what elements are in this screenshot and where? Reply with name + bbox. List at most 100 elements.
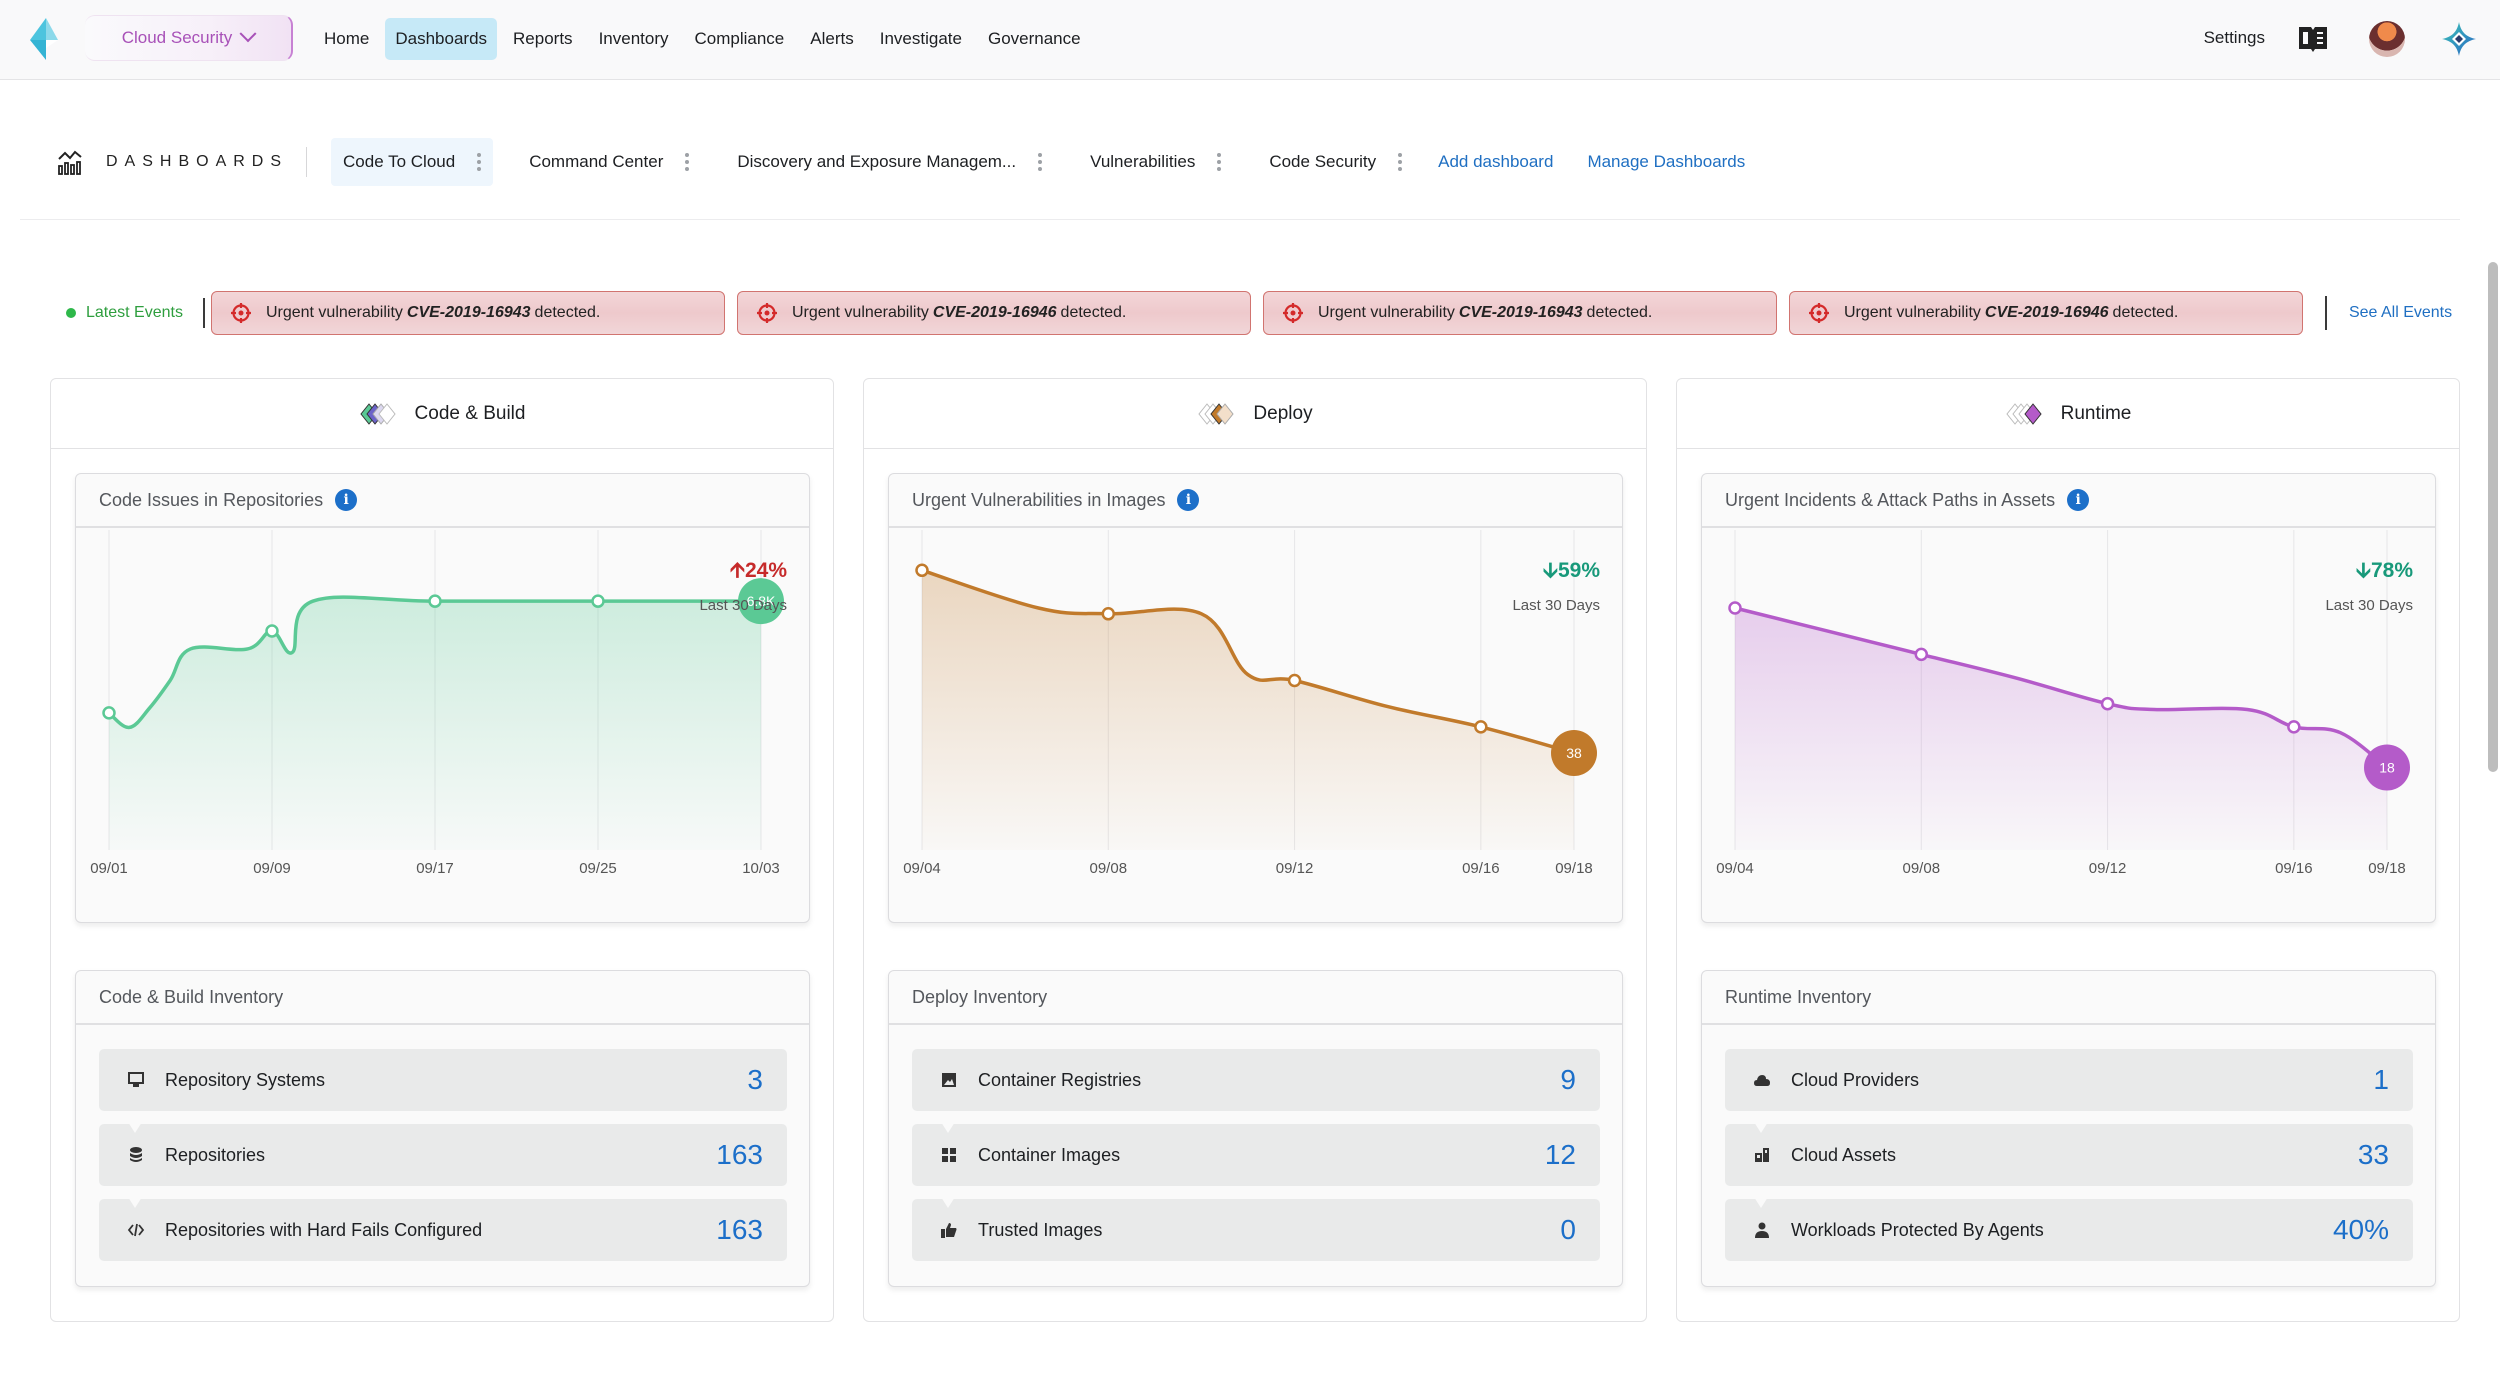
inventory-item[interactable]: Trusted Images 0 xyxy=(912,1186,1600,1261)
trend-value: 78% xyxy=(2370,559,2413,582)
inventory-value[interactable]: 12 xyxy=(1545,1139,1576,1171)
inventory-title: Runtime Inventory xyxy=(1725,986,1872,1007)
scrollbar[interactable] xyxy=(2488,262,2498,772)
kebab-menu-icon[interactable] xyxy=(1398,153,1403,171)
inventory-list: Repository Systems 3 Repositories 163 Re… xyxy=(99,1049,787,1274)
x-tick-label: 09/04 xyxy=(903,860,941,877)
event-text: detected. xyxy=(2112,304,2179,321)
top-navigation: Cloud Security Home Dashboards Reports I… xyxy=(0,0,2500,80)
end-point-label: 38 xyxy=(1566,745,1582,761)
column-header: Runtime xyxy=(1677,379,2459,449)
inventory-item[interactable]: Cloud Assets 33 xyxy=(1725,1111,2413,1186)
inventory-label: Cloud Providers xyxy=(1791,1069,1920,1090)
chart-card: Urgent Vulnerabilities in Images i 09/04… xyxy=(888,473,1623,923)
info-icon[interactable]: i xyxy=(335,489,358,511)
see-all-events-link[interactable]: See All Events xyxy=(2324,296,2452,330)
line-chart: 09/01 09/09 09/17 09/25 10/036.8K xyxy=(90,530,784,877)
kebab-menu-icon[interactable] xyxy=(1038,153,1043,171)
nav-item-investigate[interactable]: Investigate xyxy=(870,18,972,60)
nav-item-alerts[interactable]: Alerts xyxy=(800,18,863,60)
book-icon[interactable] xyxy=(2298,24,2328,54)
add-dashboard-link[interactable]: Add dashboard xyxy=(1438,152,1553,172)
inventory-label: Repository Systems xyxy=(165,1069,326,1090)
inventory-value[interactable]: 163 xyxy=(716,1214,763,1246)
inventory-item[interactable]: Container Images 12 xyxy=(912,1111,1600,1186)
nav-item-inventory[interactable]: Inventory xyxy=(589,18,679,60)
tab-vulnerabilities[interactable]: Vulnerabilities xyxy=(1078,138,1233,186)
inventory-title: Deploy Inventory xyxy=(912,986,1048,1007)
nav-item-reports[interactable]: Reports xyxy=(503,18,583,60)
inventory-item[interactable]: Workloads Protected By Agents 40% xyxy=(1725,1186,2413,1261)
x-tick-label: 09/16 xyxy=(2275,860,2313,877)
target-icon xyxy=(230,303,251,323)
trend-period: Last 30 Days xyxy=(2325,597,2413,614)
kebab-menu-icon[interactable] xyxy=(685,153,690,171)
inventory-item[interactable]: Container Registries 9 xyxy=(912,1049,1600,1111)
line-chart: 09/04 09/08 09/12 09/16 09/18 18 xyxy=(1716,530,2410,877)
product-switcher[interactable]: Cloud Security xyxy=(85,15,293,61)
nav-item-compliance[interactable]: Compliance xyxy=(685,18,795,60)
divider xyxy=(306,147,308,177)
avatar[interactable] xyxy=(2369,21,2405,57)
event-text: Urgent vulnerability xyxy=(791,304,929,321)
phase-code-build-icon xyxy=(359,402,396,425)
inventory-value[interactable]: 1 xyxy=(2373,1064,2389,1096)
settings-link[interactable]: Settings xyxy=(2204,28,2265,48)
inventory-item[interactable]: Repositories with Hard Fails Configured … xyxy=(99,1186,787,1261)
inventory-item[interactable]: Repositories 163 xyxy=(99,1111,787,1186)
area-fill xyxy=(922,570,1574,850)
chart-card: Code Issues in Repositories i 09/01 09/09… xyxy=(75,473,810,923)
event-text: detected. xyxy=(1060,304,1127,321)
trend-indicator: 🡫78% Last 30 Days xyxy=(2325,556,2413,614)
column-code-build: Code & Build Code Issues in Repositories… xyxy=(50,378,834,1322)
column-title: Code & Build xyxy=(414,402,526,424)
tab-code-to-cloud[interactable]: Code To Cloud xyxy=(331,138,494,186)
tab-command-center[interactable]: Command Center xyxy=(517,138,701,186)
target-icon xyxy=(1808,303,1829,323)
area-fill xyxy=(109,597,761,850)
inventory-item[interactable]: Cloud Providers 1 xyxy=(1725,1049,2413,1111)
inventory-value[interactable]: 0 xyxy=(1560,1214,1576,1246)
manage-dashboards-link[interactable]: Manage Dashboards xyxy=(1587,152,1745,172)
inventory-label: Cloud Assets xyxy=(1791,1144,1897,1165)
inventory-value[interactable]: 40% xyxy=(2333,1214,2389,1246)
tab-discovery-exposure[interactable]: Discovery and Exposure Managem... xyxy=(725,138,1054,186)
inventory-value[interactable]: 33 xyxy=(2358,1139,2389,1171)
tab-code-security[interactable]: Code Security xyxy=(1257,138,1414,186)
event-text: Urgent vulnerability xyxy=(1843,304,1981,321)
logo-icon[interactable] xyxy=(28,18,64,60)
arrow-down-icon: 🡫 xyxy=(2355,559,2371,582)
inventory-value[interactable]: 163 xyxy=(716,1139,763,1171)
event-text: Urgent vulnerability xyxy=(265,304,403,321)
inventory-item[interactable]: Repository Systems 3 xyxy=(99,1049,787,1111)
trend-period: Last 30 Days xyxy=(699,597,787,614)
x-tick-label: 09/25 xyxy=(579,860,617,877)
column-header: Deploy xyxy=(864,379,1646,449)
inventory-value[interactable]: 3 xyxy=(747,1064,763,1096)
brand-icon[interactable] xyxy=(2440,20,2478,58)
event-item[interactable]: Urgent vulnerability CVE-2019-16943 detect… xyxy=(210,291,725,335)
kebab-menu-icon[interactable] xyxy=(477,153,482,171)
x-tick-label: 09/18 xyxy=(1555,860,1593,877)
event-cve: CVE-2019-16943 xyxy=(1458,304,1583,321)
nav-item-home[interactable]: Home xyxy=(314,18,379,60)
column-deploy: Deploy Urgent Vulnerabilities in Images … xyxy=(863,378,1647,1322)
data-point xyxy=(1474,720,1488,734)
arrow-up-icon: 🡩 xyxy=(729,559,745,582)
nav-item-dashboards[interactable]: Dashboards xyxy=(385,18,498,60)
inventory-label: Repositories with Hard Fails Configured xyxy=(165,1219,483,1240)
event-item[interactable]: Urgent vulnerability CVE-2019-16943 detect… xyxy=(1262,291,1777,335)
info-icon[interactable]: i xyxy=(1177,489,1200,511)
inventory-value[interactable]: 9 xyxy=(1560,1064,1576,1096)
event-item[interactable]: Urgent vulnerability CVE-2019-16946 detect… xyxy=(1788,291,2303,335)
card-header: Code Issues in Repositories i xyxy=(76,474,809,528)
data-point xyxy=(1101,607,1116,621)
trend-value: 24% xyxy=(744,559,787,582)
inventory-label: Container Images xyxy=(978,1144,1121,1165)
kebab-menu-icon[interactable] xyxy=(1217,153,1222,171)
inventory-title: Code & Build Inventory xyxy=(99,986,284,1007)
nav-item-governance[interactable]: Governance xyxy=(978,18,1091,60)
trend-indicator: 🡩24% Last 30 Days xyxy=(699,556,787,614)
event-item[interactable]: Urgent vulnerability CVE-2019-16946 detect… xyxy=(736,291,1251,335)
info-icon[interactable]: i xyxy=(2067,489,2090,511)
